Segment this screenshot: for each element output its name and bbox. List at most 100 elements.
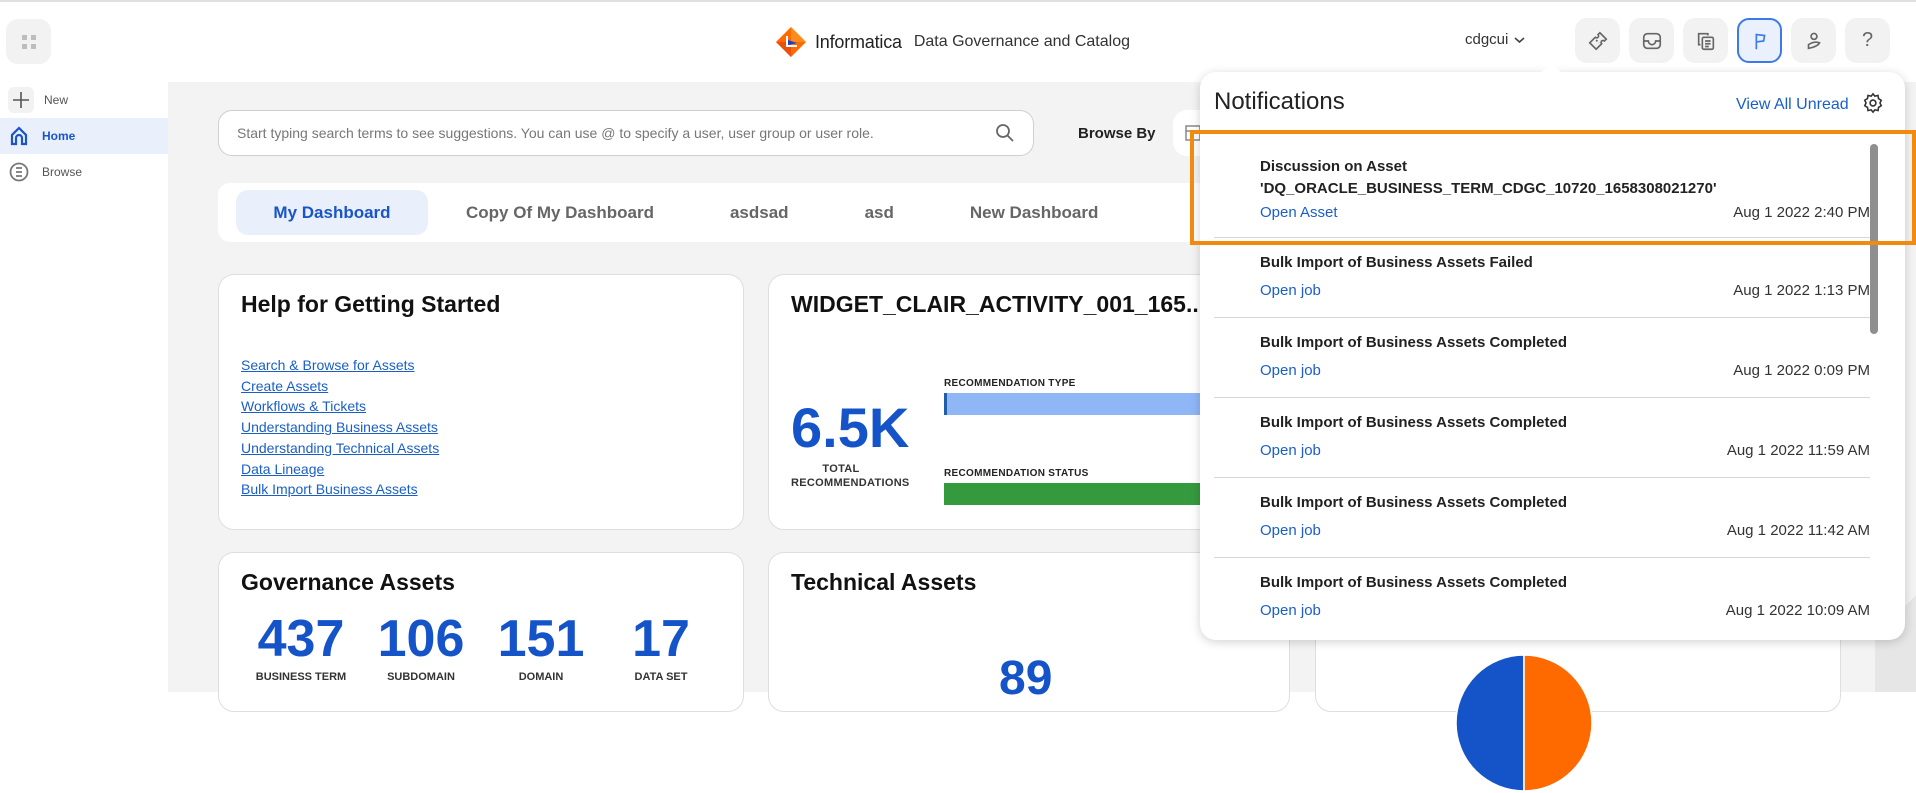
technical-assets-value[interactable]: 89 [999,651,1052,706]
chevron-down-icon [1514,36,1525,43]
sidebar-item-label: New [44,93,69,107]
open-job-link[interactable]: Open job [1260,442,1321,459]
tab-asdsad[interactable]: asdsad [692,190,827,235]
notification-title: Discussion on Asset 'DQ_ORACLE_BUSINESS_… [1260,158,1717,197]
stat-label: BUSINESS TERM [255,671,347,683]
grid-icon [21,34,36,49]
user-profile-button[interactable] [1791,18,1836,63]
sidebar-item-label: Browse [42,165,83,179]
sidebar-item-new[interactable]: New [0,82,168,118]
notification-list: Discussion on Asset 'DQ_ORACLE_BUSINESS_… [1214,142,1870,638]
informatica-logo-icon [776,27,806,57]
open-job-link[interactable]: Open job [1260,282,1321,299]
help-card-title: Help for Getting Started [241,291,501,317]
pie-slice[interactable] [1455,654,1525,792]
copy-document-icon [1697,32,1714,50]
recommendation-type-label: RECOMMENDATION TYPE [944,378,1076,389]
org-name: cdgcui [1465,31,1509,48]
notifications-button[interactable] [1737,18,1782,63]
stat-subdomain[interactable]: 106 SUBDOMAIN [361,611,481,683]
documents-button[interactable] [1683,18,1728,63]
help-button[interactable]: ? [1845,18,1890,63]
tab-new-dashboard[interactable]: New Dashboard [932,190,1136,235]
help-link-technical-assets[interactable]: Understanding Technical Assets [241,438,439,459]
stat-domain[interactable]: 151 DOMAIN [481,611,601,683]
search-bar [218,110,1034,156]
org-selector[interactable]: cdgcui [1465,31,1525,48]
sidebar-item-home[interactable]: Home [0,118,168,154]
notification-item[interactable]: Bulk Import of Business Assets Failed Op… [1214,238,1870,318]
view-all-unread-link[interactable]: View All Unread [1736,96,1849,114]
notification-item[interactable]: Bulk Import of Business Assets Completed… [1214,478,1870,558]
stat-label: DOMAIN [518,671,564,683]
tab-asd[interactable]: asd [827,190,932,235]
brand-name: Informatica [815,31,902,52]
tickets-button[interactable] [1575,18,1620,63]
help-link-business-assets[interactable]: Understanding Business Assets [241,417,439,438]
table-icon [1185,125,1201,141]
governance-stats: 437 BUSINESS TERM 106 SUBDOMAIN 151 DOMA… [241,611,721,683]
open-job-link[interactable]: Open job [1260,522,1321,539]
notification-title: Bulk Import of Business Assets Failed [1260,254,1533,271]
help-icon: ? [1861,29,1874,51]
stat-value: 437 [257,610,345,668]
notifications-title: Notifications [1214,88,1345,115]
governance-assets-card: Governance Assets 437 BUSINESS TERM 106 … [218,552,744,712]
sidebar-item-label: Home [42,129,76,143]
brand: Informatica Data Governance and Catalog [775,26,1130,58]
notification-title: Bulk Import of Business Assets Completed [1260,334,1568,351]
dashboard-tabs: My Dashboard Copy Of My Dashboard asdsad… [218,183,1368,242]
notification-item[interactable]: Discussion on Asset 'DQ_ORACLE_BUSINESS_… [1214,142,1870,238]
notification-title: Bulk Import of Business Assets Completed [1260,414,1568,431]
stat-value: 17 [632,610,690,668]
header-icon-bar: ? [1575,18,1890,63]
gear-icon[interactable] [1862,92,1884,114]
help-card: Help for Getting Started Search & Browse… [218,274,744,530]
help-link-search-browse[interactable]: Search & Browse for Assets [241,355,439,376]
product-name: Data Governance and Catalog [913,33,1130,50]
flag-icon [1755,33,1766,49]
help-link-bulk-import[interactable]: Bulk Import Business Assets [241,479,439,500]
plus-icon [8,87,34,113]
help-link-workflows-tickets[interactable]: Workflows & Tickets [241,396,439,417]
tab-copy-of-my-dashboard[interactable]: Copy Of My Dashboard [428,190,692,235]
notification-item[interactable]: Bulk Import of Business Assets Completed… [1214,398,1870,478]
open-job-link[interactable]: Open job [1260,362,1321,379]
browse-icon [8,161,30,183]
search-icon[interactable] [995,123,1015,143]
help-links: Search & Browse for Assets Create Assets… [241,355,439,500]
tab-my-dashboard[interactable]: My Dashboard [236,190,428,235]
stat-value: 151 [497,610,585,668]
pie-chart [1455,654,1593,792]
notification-time: Aug 1 2022 2:40 PM [1733,204,1870,221]
open-job-link[interactable]: Open job [1260,602,1321,619]
notifications-scrollbar[interactable] [1870,144,1878,334]
recommendation-type-bar[interactable] [944,393,1244,415]
notification-title: Bulk Import of Business Assets Completed [1260,574,1568,591]
sidebar-item-browse[interactable]: Browse [0,154,168,190]
recommendation-status-bar[interactable] [944,483,1244,505]
bar-segment[interactable] [944,483,1231,505]
sidebar: New Home Browse [0,82,168,692]
notification-time: Aug 1 2022 11:59 AM [1726,442,1870,459]
browse-by-label: Browse By [1078,125,1156,142]
inbox-button[interactable] [1629,18,1674,63]
top-border [0,0,1916,2]
stat-business-term[interactable]: 437 BUSINESS TERM [241,611,361,683]
app-launcher-button[interactable] [6,19,51,64]
open-asset-link[interactable]: Open Asset [1260,204,1338,221]
stat-label: SUBDOMAIN [387,671,455,683]
help-link-create-assets[interactable]: Create Assets [241,376,439,397]
notification-item[interactable]: Bulk Import of Business Assets Completed… [1214,558,1870,638]
notification-item[interactable]: Bulk Import of Business Assets Completed… [1214,318,1870,398]
ticket-icon [1588,31,1607,50]
total-recommendations-label: TOTAL RECOMMENDATIONS [791,463,910,489]
pie-slice[interactable] [1523,654,1593,792]
stat-data-set[interactable]: 17 DATA SET [601,611,721,683]
notification-time: Aug 1 2022 11:42 AM [1726,522,1870,539]
widget-card-title: WIDGET_CLAIR_ACTIVITY_001_165... [791,291,1206,317]
notification-time: Aug 1 2022 10:09 AM [1725,602,1870,619]
search-input[interactable] [237,125,995,141]
notification-title: Bulk Import of Business Assets Completed [1260,494,1568,511]
help-link-data-lineage[interactable]: Data Lineage [241,459,439,480]
